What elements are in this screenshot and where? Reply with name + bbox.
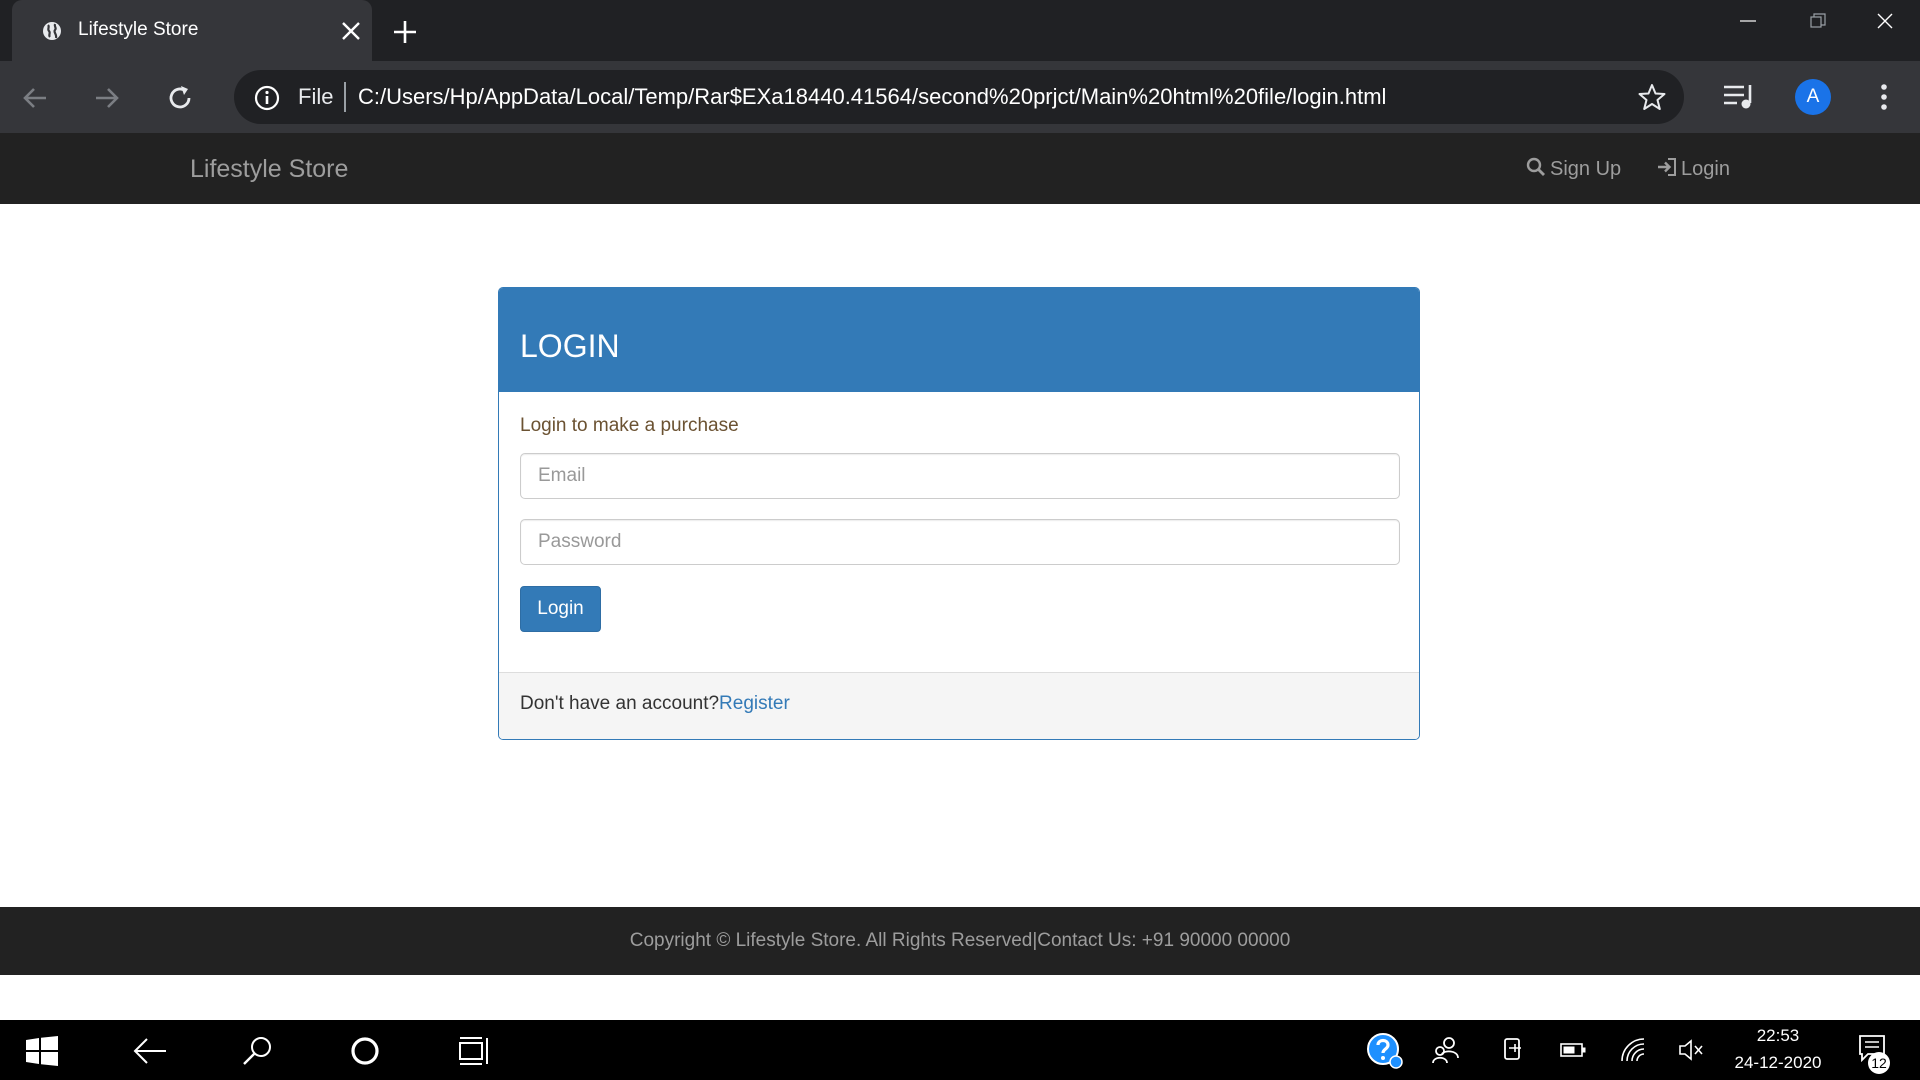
minimize-icon [1740, 20, 1756, 22]
task-view-icon[interactable] [458, 1035, 490, 1067]
nav-sign-up-label: Sign Up [1550, 158, 1622, 180]
address-separator [344, 82, 346, 112]
url-text[interactable]: C:/Users/Hp/AppData/Local/Temp/Rar$EXa18… [358, 84, 1386, 110]
reload-icon[interactable] [165, 83, 195, 113]
people-icon[interactable] [1432, 1036, 1460, 1064]
register-prompt-text: Don't have an account? [520, 693, 720, 714]
search-icon [1526, 157, 1545, 176]
restore-icon [1810, 13, 1826, 28]
battery-icon[interactable] [1560, 1042, 1586, 1058]
wifi-icon[interactable] [1620, 1037, 1646, 1063]
login-subtitle: Login to make a purchase [520, 415, 739, 436]
info-icon[interactable] [254, 85, 280, 111]
cortana-icon[interactable] [349, 1035, 381, 1067]
close-icon[interactable] [340, 20, 362, 42]
nav-sign-up-link[interactable]: Sign Up [1526, 157, 1621, 181]
email-field[interactable] [520, 453, 1400, 499]
help-icon[interactable] [1366, 1032, 1404, 1070]
login-submit-button[interactable]: Login [520, 586, 601, 632]
login-panel: LOGIN Login to make a purchase Login Don… [498, 287, 1420, 740]
register-prompt: Don't have an account?Register [520, 693, 790, 715]
login-panel-heading: LOGIN [499, 288, 1419, 392]
minimize-button[interactable] [1713, 0, 1783, 42]
log-in-icon [1658, 158, 1676, 176]
search-icon[interactable] [242, 1035, 274, 1067]
tab-title: Lifestyle Store [78, 19, 199, 40]
menu-dots-icon[interactable] [1871, 82, 1897, 112]
site-footer: Copyright © Lifestyle Store. All Rights … [0, 907, 1920, 975]
register-link[interactable]: Register [719, 693, 790, 714]
windows-taskbar: 22:53 24-12-2020 12 [0, 1020, 1920, 1080]
site-navbar: Lifestyle Store Sign Up Login [0, 133, 1920, 204]
profile-avatar[interactable]: A [1795, 79, 1831, 115]
browser-toolbar: File C:/Users/Hp/AppData/Local/Temp/Rar$… [0, 61, 1920, 133]
close-icon [1877, 13, 1893, 29]
device-icon[interactable] [1502, 1037, 1524, 1063]
clock-date[interactable]: 24-12-2020 [1720, 1053, 1836, 1073]
login-panel-footer: Don't have an account?Register [499, 672, 1419, 739]
restore-button[interactable] [1783, 0, 1853, 42]
globe-icon [43, 22, 61, 40]
scheme-chip: File [298, 84, 334, 109]
back-arrow-icon[interactable] [133, 1037, 167, 1065]
forward-icon[interactable] [92, 83, 122, 113]
login-title: LOGIN [520, 328, 620, 364]
password-field[interactable] [520, 519, 1400, 565]
copyright-text: Copyright © Lifestyle Store. All Rights … [629, 930, 1291, 951]
star-icon[interactable] [1638, 83, 1666, 111]
nav-login-label: Login [1681, 158, 1730, 180]
windows-start-icon[interactable] [26, 1036, 58, 1066]
back-icon[interactable] [20, 83, 50, 113]
clock-time[interactable]: 22:53 [1720, 1026, 1836, 1046]
address-bar[interactable]: File C:/Users/Hp/AppData/Local/Temp/Rar$… [234, 70, 1684, 124]
plus-icon[interactable] [390, 17, 420, 47]
media-queue-icon[interactable] [1722, 81, 1758, 113]
browser-tab[interactable]: Lifestyle Store [12, 0, 372, 61]
browser-tab-strip: Lifestyle Store [0, 0, 1920, 61]
nav-login-link[interactable]: Login [1657, 157, 1730, 181]
brand-link[interactable]: Lifestyle Store [190, 155, 348, 184]
volume-muted-icon[interactable] [1678, 1038, 1704, 1062]
close-window-button[interactable] [1850, 0, 1920, 42]
notification-count-badge: 12 [1868, 1052, 1890, 1074]
